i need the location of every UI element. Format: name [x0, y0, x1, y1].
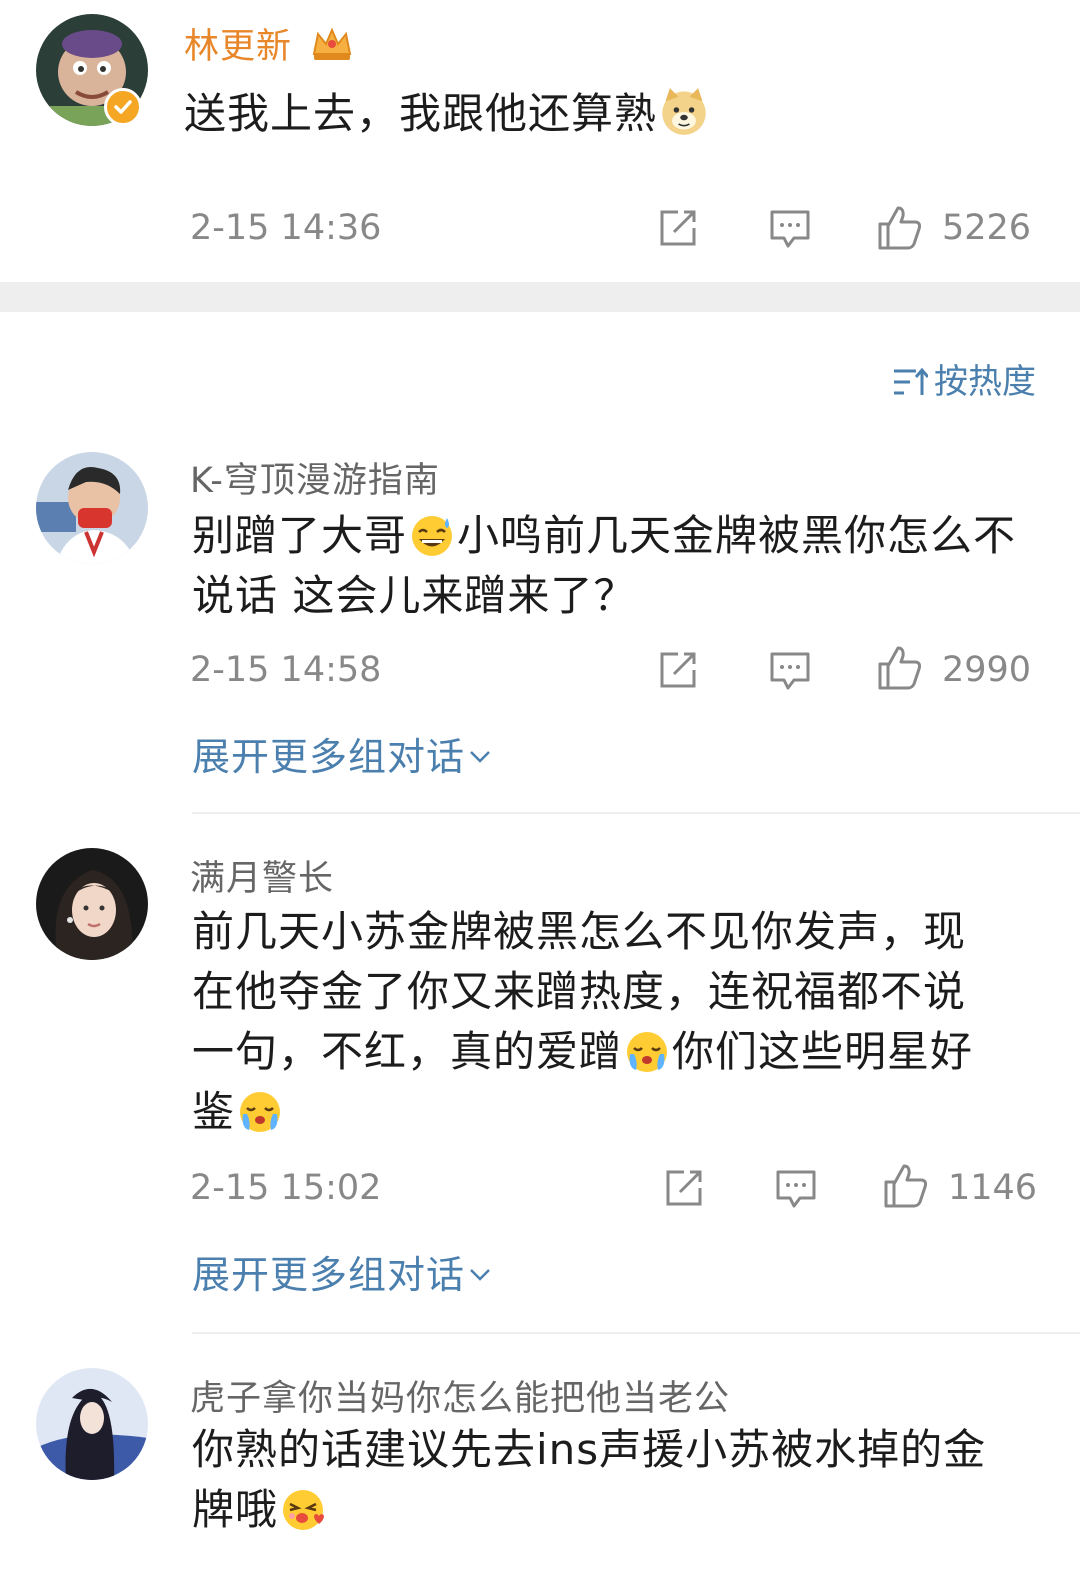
chevron-down-icon [470, 751, 490, 763]
like-count: 2990 [942, 650, 1032, 690]
reply-icon[interactable] [768, 206, 812, 250]
like-count: 5226 [942, 208, 1032, 248]
avatar[interactable] [36, 848, 148, 960]
avatar[interactable] [36, 1368, 148, 1480]
expand-replies-link[interactable]: 展开更多组对话 [192, 1244, 491, 1299]
reply-icon[interactable] [774, 1166, 818, 1210]
share-icon[interactable] [662, 1166, 706, 1210]
comment-divider [192, 812, 1080, 814]
like-icon[interactable] [876, 204, 924, 252]
avatar[interactable] [36, 452, 148, 564]
comment-text: 你熟的话建议先去ins声援小苏被水掉的金牌哦 [192, 1425, 987, 1534]
username[interactable]: 林更新 [184, 18, 354, 69]
kiss-emoji-icon [283, 1490, 325, 1530]
doge-emoji-icon [662, 88, 706, 135]
comment-divider [192, 1332, 1080, 1334]
like-icon[interactable] [882, 1162, 930, 1210]
like-count: 1146 [948, 1168, 1038, 1208]
section-separator [0, 282, 1080, 312]
comment-text: 别蹭了大哥 小鸣前几天金牌被黑你怎么不说话 这会儿来蹭来了？ [192, 511, 1017, 620]
comment-time: 2-15 14:36 [190, 208, 382, 248]
sweat-smile-emoji-icon [412, 516, 453, 556]
share-icon[interactable] [656, 648, 700, 692]
expand-replies-link[interactable]: 展开更多组对话 [192, 726, 491, 781]
crown-icon [312, 27, 352, 60]
username[interactable]: K-穹顶漫游指南 [190, 452, 440, 503]
share-icon[interactable] [656, 206, 700, 250]
comment-time: 2-15 14:58 [190, 650, 382, 690]
chevron-down-icon [470, 1269, 490, 1281]
like-icon[interactable] [876, 644, 924, 692]
comment-time: 2-15 15:02 [190, 1168, 382, 1208]
crying-emoji-icon [240, 1092, 281, 1132]
verified-badge-icon [104, 88, 142, 126]
sort-icon [894, 367, 930, 395]
sort-button[interactable]: 按热度 [892, 354, 1036, 403]
crying-emoji-icon [627, 1032, 668, 1072]
comment-text: 前几天小苏金牌被黑怎么不见你发声，现在他夺金了你又来蹭热度，连祝福都不说一句，不… [192, 907, 974, 1136]
comment-text: 送我上去，我跟他还算熟 [184, 84, 1014, 144]
reply-icon[interactable] [768, 648, 812, 692]
username[interactable]: 虎子拿你当妈你怎么能把他当老公 [190, 1370, 730, 1421]
username[interactable]: 满月警长 [190, 850, 334, 901]
